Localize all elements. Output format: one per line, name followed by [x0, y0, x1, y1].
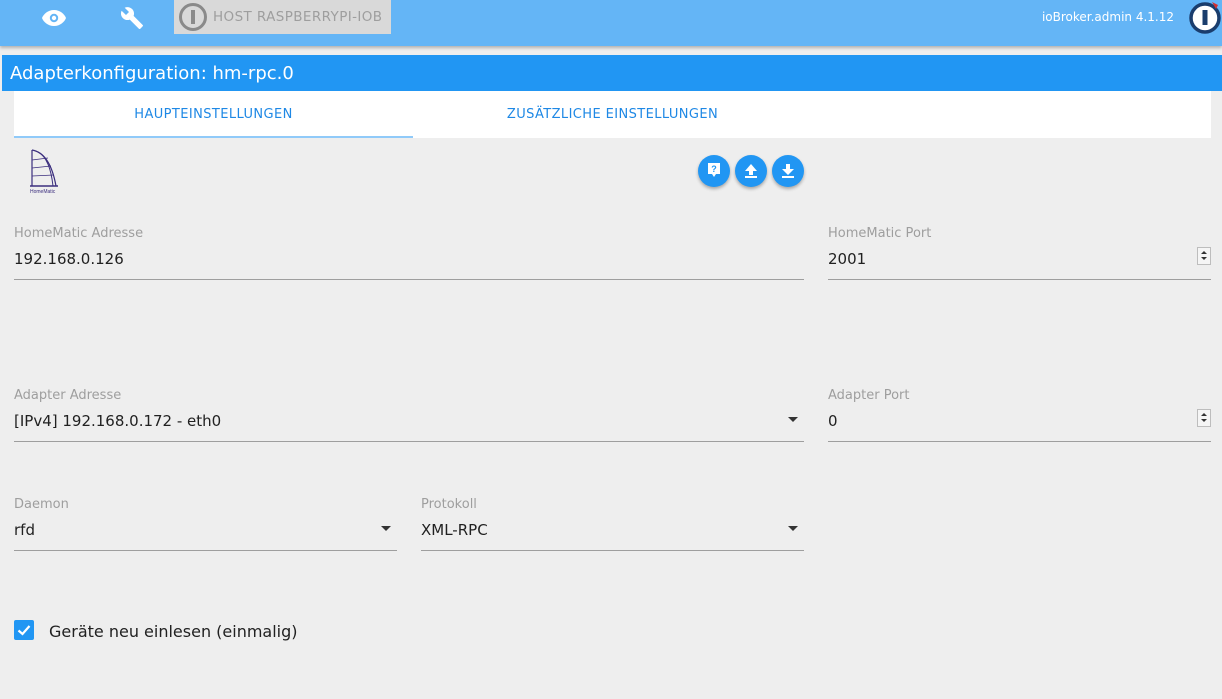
host-label: HOST RASPBERRYPI-IOB: [213, 9, 383, 25]
homematic-port-label: HomeMatic Port: [828, 226, 932, 241]
host-selector[interactable]: HOST RASPBERRYPI-IOB: [174, 0, 391, 34]
version-label: ioBroker.admin 4.1.12: [1041, 10, 1174, 24]
protocol-label: Protokoll: [421, 497, 477, 512]
tab-main-settings[interactable]: HAUPTEINSTELLUNGEN: [14, 91, 413, 138]
field-underline: [14, 550, 397, 551]
homematic-logo: HomeMatic: [30, 149, 58, 195]
field-underline: [14, 441, 804, 442]
adapter-port-field[interactable]: Adapter Port 0: [828, 388, 1211, 450]
help-button[interactable]: ?: [698, 155, 730, 187]
field-underline: [828, 441, 1211, 442]
field-underline: [828, 279, 1211, 280]
adapter-port-input[interactable]: 0: [828, 412, 838, 430]
field-underline: [421, 550, 804, 551]
homematic-port-input[interactable]: 2001: [828, 250, 866, 268]
download-button[interactable]: [772, 155, 804, 187]
eye-icon[interactable]: [39, 4, 69, 32]
chevron-down-icon[interactable]: [381, 526, 391, 531]
title-bar: Adapterkonfiguration: hm-rpc.0: [2, 55, 1222, 91]
iobroker-logo-icon: [1189, 2, 1221, 34]
homematic-address-label: HomeMatic Adresse: [14, 226, 144, 241]
adapter-address-field[interactable]: Adapter Adresse [IPv4] 192.168.0.172 - e…: [14, 388, 804, 450]
checkmark-icon: [17, 625, 31, 636]
homematic-address-input[interactable]: 192.168.0.126: [14, 250, 124, 268]
adapter-address-label: Adapter Adresse: [14, 388, 122, 403]
wrench-icon[interactable]: [117, 4, 147, 32]
reread-devices-label: Geräte neu einlesen (einmalig): [49, 622, 298, 641]
top-bar: HOST RASPBERRYPI-IOB ioBroker.admin 4.1.…: [0, 0, 1222, 46]
daemon-field[interactable]: Daemon rfd: [14, 497, 397, 559]
protocol-select[interactable]: XML-RPC: [421, 521, 488, 539]
daemon-label: Daemon: [14, 497, 69, 512]
protocol-field[interactable]: Protokoll XML-RPC: [421, 497, 804, 559]
homematic-address-field[interactable]: HomeMatic Adresse 192.168.0.126: [14, 226, 804, 288]
port-spinner[interactable]: [1197, 409, 1211, 427]
tab-bar: HAUPTEINSTELLUNGEN ZUSÄTZLICHE EINSTELLU…: [14, 91, 1211, 138]
field-underline: [14, 279, 804, 280]
svg-text:?: ?: [711, 164, 717, 174]
homematic-logo-text: HomeMatic: [30, 189, 56, 195]
daemon-select[interactable]: rfd: [14, 521, 35, 539]
help-icon: ?: [708, 163, 720, 177]
adapter-address-select[interactable]: [IPv4] 192.168.0.172 - eth0: [14, 412, 221, 430]
port-spinner[interactable]: [1197, 247, 1211, 265]
homematic-port-field[interactable]: HomeMatic Port 2001: [828, 226, 1211, 288]
iobroker-host-icon: [179, 3, 207, 31]
upload-icon: [745, 164, 757, 178]
page-title: Adapterkonfiguration: hm-rpc.0: [10, 63, 294, 84]
tab-indicator: [14, 136, 413, 138]
chevron-down-icon[interactable]: [788, 417, 798, 422]
download-icon: [782, 164, 794, 178]
upload-button[interactable]: [735, 155, 767, 187]
adapter-port-label: Adapter Port: [828, 388, 910, 403]
reread-devices-checkbox[interactable]: [14, 620, 34, 640]
tab-additional-settings[interactable]: ZUSÄTZLICHE EINSTELLUNGEN: [413, 91, 812, 138]
chevron-down-icon[interactable]: [788, 526, 798, 531]
